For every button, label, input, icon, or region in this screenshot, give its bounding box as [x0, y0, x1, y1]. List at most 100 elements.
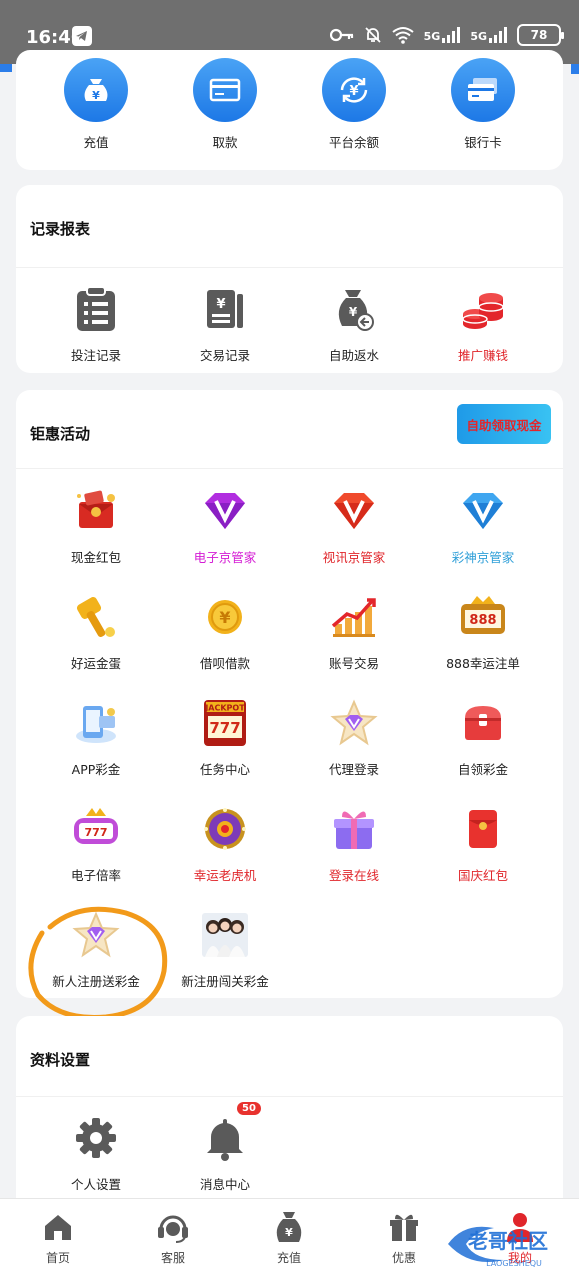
activity-label: 电子倍率 [70, 868, 121, 883]
activity-label: 视讯京管家 [322, 550, 386, 565]
settings-item-messages[interactable]: 50 消息中心 [157, 1100, 293, 1193]
section-title: 钜惠活动 [30, 425, 91, 443]
wallet-item-deposit[interactable]: ¥ 充值 [28, 58, 164, 151]
settings-card: 资料设置 个人设置 50 消息中心 [16, 1016, 563, 1198]
activity-label: 国庆红包 [457, 868, 508, 883]
svg-text:¥: ¥ [216, 297, 225, 312]
activity-item[interactable]: 视讯京管家 [286, 485, 422, 566]
activity-item[interactable]: APP彩金 [28, 697, 164, 778]
activity-label: 借呗借款 [199, 656, 250, 671]
records-item-rebate[interactable]: ¥ 自助返水 [286, 283, 422, 364]
activities-card: 钜惠活动 自助领取现金 现金红包 电子京管家 视讯京管家 彩神京管家 好运金蛋 … [16, 390, 563, 998]
svg-text:¥: ¥ [349, 305, 358, 319]
records-card: 记录报表 投注记录 ¥ 交易记录 ¥ 自助返水 推广赚钱 [16, 185, 563, 373]
svg-text:¥: ¥ [349, 84, 358, 99]
activity-label: 登录在线 [328, 868, 379, 883]
activity-label: 电子京管家 [193, 550, 257, 565]
activity-item[interactable]: 现金红包 [28, 485, 164, 566]
settings-item-personal[interactable]: 个人设置 [28, 1112, 164, 1193]
svg-text:777: 777 [209, 719, 240, 737]
records-item-bets[interactable]: 投注记录 [28, 283, 164, 364]
red-envelope-icon [70, 485, 122, 537]
wallet-item-balance[interactable]: ¥ 平台余额 [286, 58, 422, 151]
activity-label: 现金红包 [70, 550, 121, 565]
balance-exchange-icon: ¥ [322, 58, 386, 122]
coin-stack-icon [457, 283, 509, 335]
settings-label: 消息中心 [199, 1177, 250, 1192]
activity-label: 自领彩金 [457, 762, 508, 777]
signal-5g-2: 5G [470, 27, 507, 43]
records-label: 投注记录 [70, 348, 121, 363]
activity-label: APP彩金 [71, 762, 121, 777]
golden-hammer-icon [70, 591, 122, 643]
self-claim-cash-button[interactable]: 自助领取现金 [457, 404, 551, 444]
wallet-item-bankcard[interactable]: 银行卡 [415, 58, 551, 151]
activity-label: 任务中心 [199, 762, 250, 777]
activity-label: 新注册闯关彩金 [181, 974, 269, 989]
activity-item[interactable]: 彩神京管家 [415, 485, 551, 566]
treasure-chest-icon [457, 697, 509, 749]
activity-item[interactable]: 代理登录 [286, 697, 422, 778]
activity-item[interactable]: ¥ 借呗借款 [157, 591, 293, 672]
bell-icon: 50 [199, 1100, 263, 1164]
gear-icon [70, 1112, 122, 1164]
activity-item[interactable]: 幸运老虎机 [157, 803, 293, 884]
tab-label: 首页 [45, 1251, 70, 1265]
purple-diamond-icon [199, 485, 251, 537]
wallet-label: 取款 [212, 135, 238, 150]
purple-wheel-icon [199, 803, 251, 855]
activity-label: 彩神京管家 [451, 550, 515, 565]
activity-label: 好运金蛋 [70, 656, 121, 671]
signal-label: 5G [470, 30, 487, 43]
card-withdraw-icon [193, 58, 257, 122]
gold-coin-icon: ¥ [199, 591, 251, 643]
tab-label: 客服 [160, 1251, 185, 1265]
activity-item[interactable]: 国庆红包 [415, 803, 551, 884]
star-badge-icon [328, 697, 380, 749]
activity-item[interactable]: 登录在线 [286, 803, 422, 884]
activity-label: 888幸运注单 [446, 656, 520, 671]
svg-text:老哥社区: 老哥社区 [468, 1229, 548, 1253]
tab-home[interactable]: 首页 [18, 1209, 98, 1266]
activity-item[interactable]: 888 888幸运注单 [415, 591, 551, 672]
tab-support[interactable]: 客服 [133, 1209, 213, 1266]
scroll-accent-left [0, 64, 12, 72]
tab-label: 优惠 [391, 1251, 416, 1265]
svg-text:¥: ¥ [92, 89, 100, 102]
wallet-card: ¥ 充值 取款 ¥ 平台余额 银行卡 [16, 50, 563, 170]
money-bag-icon: ¥ [64, 58, 128, 122]
tab-deposit[interactable]: ¥ 充值 [249, 1209, 329, 1266]
records-item-transactions[interactable]: ¥ 交易记录 [157, 283, 293, 364]
activity-label: 幸运老虎机 [193, 868, 257, 883]
battery-indicator: 78 [517, 24, 564, 46]
scroll-accent-right [571, 64, 579, 74]
wifi-icon [392, 27, 414, 44]
records-item-promote[interactable]: 推广赚钱 [415, 283, 551, 364]
svg-text:777: 777 [85, 826, 108, 839]
svg-text:LAOGESHEQU: LAOGESHEQU [486, 1259, 542, 1268]
tab-promotions[interactable]: 优惠 [364, 1209, 444, 1266]
wallet-label: 银行卡 [464, 135, 502, 150]
activity-item[interactable]: 电子京管家 [157, 485, 293, 566]
wallet-item-withdraw[interactable]: 取款 [157, 58, 293, 151]
blue-diamond-icon [457, 485, 509, 537]
tab-label: 充值 [276, 1251, 301, 1265]
activity-item[interactable]: 自领彩金 [415, 697, 551, 778]
slot-reels-icon: 777 [70, 803, 122, 855]
slot-888-icon: 888 [457, 591, 509, 643]
activity-item[interactable]: 好运金蛋 [28, 591, 164, 672]
settings-label: 个人设置 [70, 1177, 121, 1192]
money-bag-icon: ¥ [271, 1209, 307, 1245]
signal-label: 5G [423, 30, 441, 43]
activity-item[interactable]: 777 电子倍率 [28, 803, 164, 884]
clipboard-icon [70, 283, 122, 335]
activity-item[interactable]: 新人注册送彩金 [28, 909, 164, 990]
activity-item[interactable]: JACKPOT 777 任务中心 [157, 697, 293, 778]
wallet-label: 充值 [83, 135, 109, 150]
records-label: 交易记录 [199, 348, 250, 363]
red-packet-icon [457, 803, 509, 855]
activity-item[interactable]: 新注册闯关彩金 [157, 909, 293, 990]
gift-box-icon [328, 803, 380, 855]
telegram-icon [72, 26, 92, 46]
activity-item[interactable]: 账号交易 [286, 591, 422, 672]
